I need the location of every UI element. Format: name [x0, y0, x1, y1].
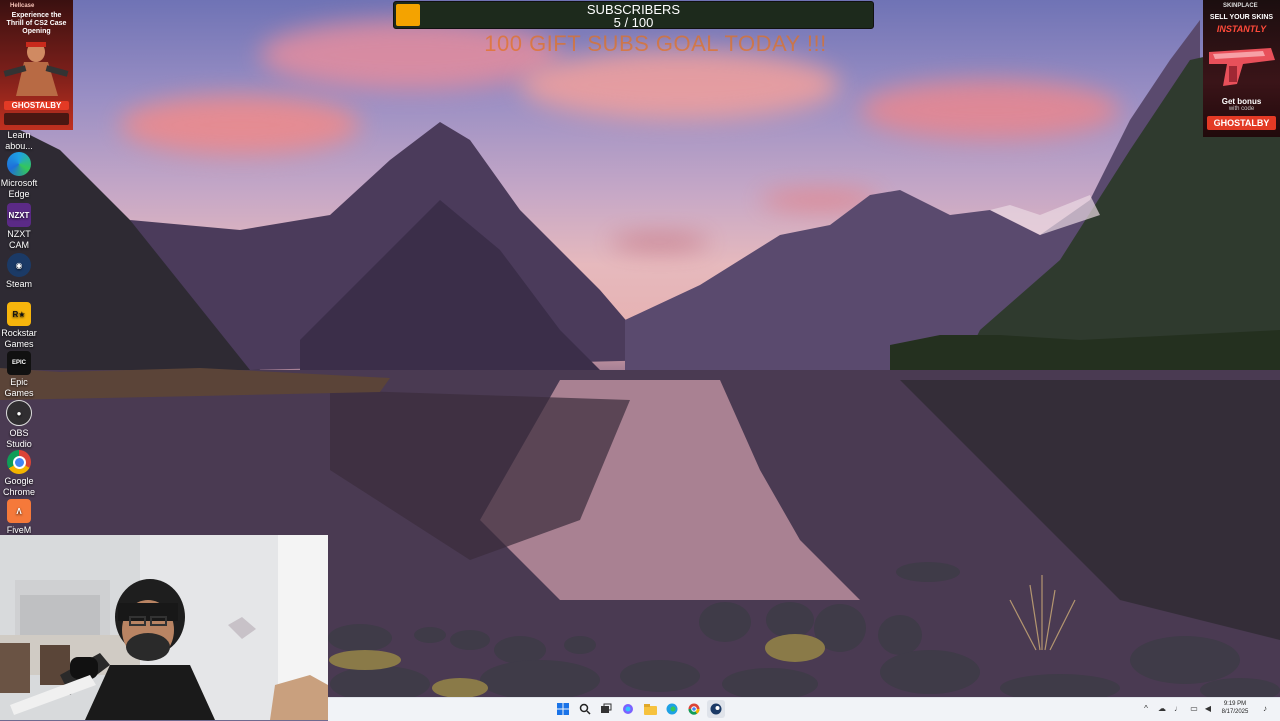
- edge-icon: [7, 152, 31, 176]
- file-explorer-icon: [643, 703, 657, 715]
- start-icon: [557, 703, 569, 715]
- fivem-icon: Λ: [7, 499, 31, 523]
- speaker-icon: ◀: [1204, 703, 1212, 713]
- steam-taskbar-button[interactable]: [707, 700, 725, 718]
- pistol-skin-graphic: [1209, 48, 1275, 86]
- ad-headline: Experience the Thrill of CS2 Case Openin…: [6, 12, 67, 35]
- task-view-button[interactable]: [597, 700, 615, 718]
- start-button[interactable]: [554, 700, 572, 718]
- ad-headline-line2: INSTANTLY: [1216, 24, 1267, 34]
- chrome-icon: [7, 450, 31, 474]
- desktop-icon-steam[interactable]: ◉ Steam: [0, 253, 38, 290]
- hellcase-ad-banner[interactable]: Hellcase Experience the Thrill of CS2 Ca…: [0, 0, 73, 130]
- ad-bonus-subtext: with code: [1228, 106, 1255, 112]
- ad-headline-line1: SELL YOUR SKINS: [1209, 14, 1274, 21]
- copilot-icon: [623, 704, 633, 714]
- bell-icon: ♪: [1263, 703, 1267, 713]
- clock-time: 9:19 PM: [1223, 701, 1247, 707]
- file-explorer-button[interactable]: [641, 700, 659, 718]
- copilot-button[interactable]: [619, 700, 637, 718]
- edge-icon: [666, 703, 678, 715]
- monitor-icon: ▭: [1190, 703, 1198, 713]
- notification-button[interactable]: ♪: [1260, 702, 1270, 714]
- desktop-icon-label: Microsoft Edge: [0, 178, 38, 199]
- desktop-icon-label: NZXT CAM: [7, 229, 31, 250]
- desktop-icon-fivem[interactable]: Λ FiveM: [0, 499, 38, 536]
- search-button[interactable]: [576, 700, 594, 718]
- desktop-icon-label: Google Chrome: [2, 476, 35, 497]
- ad-brand: SKINPLACE: [1223, 3, 1258, 9]
- desktop-icon-label: Learn abou...: [5, 130, 33, 151]
- edge-taskbar-button[interactable]: [663, 700, 681, 718]
- microphone-icon: ♩: [1174, 703, 1182, 713]
- tray-mic-icon[interactable]: ♩: [1173, 702, 1183, 714]
- tray-app-icon[interactable]: ☁: [1157, 702, 1167, 714]
- tray-volume-icon[interactable]: ◀: [1203, 702, 1213, 714]
- desktop-icon-microsoft-edge[interactable]: Microsoft Edge: [0, 152, 38, 200]
- subscriber-goal-bar: SUBSCRIBERS 5 / 100: [393, 1, 874, 29]
- desktop-icon-obs-studio[interactable]: ● OBS Studio: [0, 400, 38, 450]
- ad-footer-strip: [4, 113, 69, 125]
- ad-bonus-text: Get bonus: [1221, 97, 1262, 106]
- subscriber-goal-text: SUBSCRIBERS 5 / 100: [394, 3, 873, 29]
- character-graphic: [3, 42, 69, 96]
- desktop-icon-label: Steam: [5, 279, 32, 289]
- taskbar: ^ ☁ ♩ ▭ ◀ 9:19 PM 8/17/2025 ♪: [328, 697, 1280, 721]
- gift-subs-goal-text: 100 GIFT SUBS GOAL TODAY !!!: [484, 31, 827, 56]
- obs-icon: ●: [6, 400, 32, 426]
- epic-icon: EPIC: [7, 351, 31, 375]
- steam-icon: ◉: [7, 253, 31, 277]
- chrome-taskbar-button[interactable]: [685, 700, 703, 718]
- chrome-icon: [688, 703, 700, 715]
- cloud-icon: ☁: [1158, 703, 1166, 713]
- skinplace-ad-banner[interactable]: SKINPLACE SELL YOUR SKINS INSTANTLY Get …: [1203, 0, 1280, 137]
- desktop-icon-learn[interactable]: Learn abou...: [0, 130, 38, 152]
- search-icon: [579, 703, 591, 715]
- taskbar-clock[interactable]: 9:19 PM 8/17/2025: [1217, 700, 1253, 716]
- desktop-icon-google-chrome[interactable]: Google Chrome: [0, 450, 38, 498]
- clock-date: 8/17/2025: [1221, 709, 1249, 715]
- ad-promo-code: GHOSTALBY: [4, 101, 69, 110]
- tray-overflow-button[interactable]: ^: [1141, 702, 1151, 714]
- chevron-up-icon: ^: [1144, 703, 1148, 713]
- subscriber-goal-count: 5 / 100: [613, 15, 654, 30]
- ad-brand: Hellcase: [10, 3, 35, 9]
- rockstar-icon: R★: [7, 302, 31, 326]
- task-view-icon: [601, 703, 612, 713]
- desktop-icon-nzxt-cam[interactable]: NZXT NZXT CAM: [0, 203, 38, 251]
- ad-promo-code: GHOSTALBY: [1207, 116, 1276, 130]
- nzxt-icon: NZXT: [7, 203, 31, 227]
- webcam-feed: [0, 535, 328, 720]
- desktop-icon-label: OBS Studio: [6, 428, 32, 449]
- webcam-scene: [0, 535, 328, 720]
- steam-icon: [710, 703, 722, 715]
- tray-network-icon[interactable]: ▭: [1189, 702, 1199, 714]
